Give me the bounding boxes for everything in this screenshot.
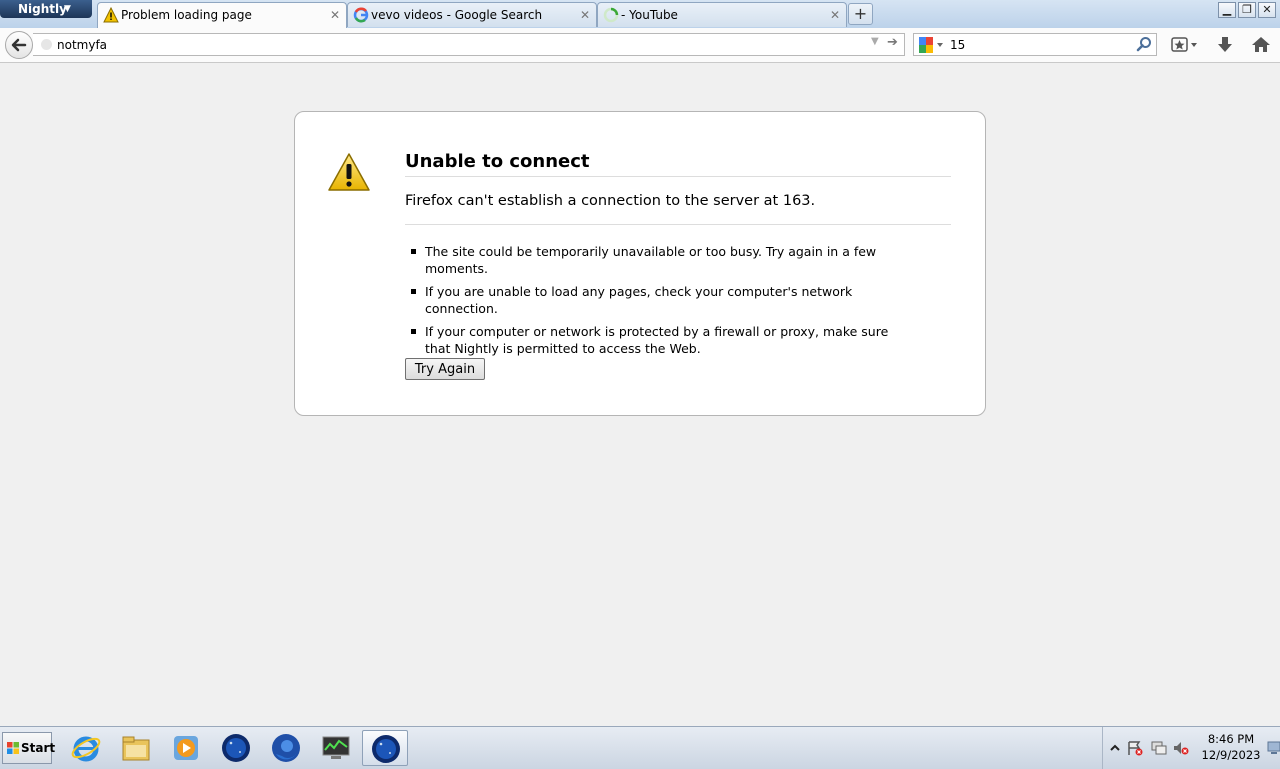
- go-arrow-icon[interactable]: ➔: [887, 35, 898, 50]
- tab-problem-loading[interactable]: Problem loading page ✕: [97, 2, 347, 29]
- task-manager-icon: [322, 736, 350, 759]
- search-engine-selector[interactable]: [918, 37, 948, 53]
- start-button[interactable]: Start: [2, 732, 56, 764]
- volume-muted-icon[interactable]: [1173, 740, 1189, 756]
- error-page-container: Unable to connect Firefox can't establis…: [294, 111, 986, 416]
- list-item: The site could be temporarily unavailabl…: [405, 243, 905, 277]
- clock-time: 8:46 PM: [1207, 732, 1255, 746]
- show-hidden-icons-icon[interactable]: [1107, 740, 1123, 756]
- nightly-icon: [222, 734, 250, 762]
- taskbar-firefox[interactable]: [263, 730, 309, 766]
- taskbar-task-manager[interactable]: [313, 730, 359, 766]
- warning-icon: [328, 153, 370, 191]
- internet-explorer-icon: [71, 736, 101, 762]
- show-desktop-icon[interactable]: [1267, 739, 1280, 757]
- search-icon[interactable]: [1136, 36, 1152, 52]
- loading-spinner-icon: [603, 7, 619, 23]
- taskbar: Start 8:46 PM 12/9/2023: [0, 726, 1280, 769]
- tab-youtube[interactable]: - YouTube ✕: [597, 2, 847, 27]
- bullet-icon: [411, 329, 416, 334]
- clock[interactable]: 8:46 PM 12/9/2023: [1199, 731, 1263, 763]
- clock-date: 12/9/2023: [1201, 748, 1261, 762]
- home-icon: [1252, 37, 1270, 52]
- action-center-icon[interactable]: [1127, 740, 1143, 756]
- taskbar-internet-explorer[interactable]: [63, 730, 109, 766]
- google-icon: [353, 7, 369, 23]
- try-again-button[interactable]: Try Again: [405, 358, 485, 380]
- bullet-icon: [411, 249, 416, 254]
- history-dropdown-icon[interactable]: ▼: [871, 36, 879, 47]
- tab-label: vevo videos - Google Search: [371, 8, 543, 22]
- search-bar[interactable]: [913, 33, 1157, 56]
- navigation-toolbar: ▼ ➔: [0, 28, 1280, 63]
- tip-text: If you are unable to load any pages, che…: [425, 284, 853, 316]
- back-arrow-icon: [11, 38, 27, 52]
- bullet-icon: [411, 289, 416, 294]
- url-input[interactable]: [57, 36, 857, 53]
- list-item: If you are unable to load any pages, che…: [405, 283, 905, 317]
- close-tab-icon[interactable]: ✕: [830, 3, 840, 27]
- search-input[interactable]: [950, 36, 1130, 53]
- restore-button[interactable]: ❐: [1238, 2, 1256, 18]
- nightly-icon: [372, 735, 400, 763]
- app-menu-button[interactable]: Nightly ▼: [0, 0, 92, 18]
- new-tab-button[interactable]: +: [848, 3, 873, 25]
- taskbar-nightly-active[interactable]: [362, 730, 408, 766]
- bookmark-star-icon: [1171, 37, 1197, 52]
- tab-label: - YouTube: [621, 8, 678, 22]
- taskbar-file-explorer[interactable]: [113, 730, 159, 766]
- close-tab-icon[interactable]: ✕: [330, 3, 340, 27]
- windows-logo-icon: [7, 742, 19, 754]
- list-item: If your computer or network is protected…: [405, 323, 905, 357]
- error-message: Firefox can't establish a connection to …: [405, 193, 951, 225]
- minimize-button[interactable]: ▁: [1218, 2, 1236, 18]
- downloads-button[interactable]: [1214, 34, 1236, 56]
- title-bar: Nightly ▼ Problem loading page ✕ vevo vi…: [0, 0, 1280, 29]
- home-button[interactable]: [1250, 34, 1272, 56]
- site-identity-icon[interactable]: [41, 39, 52, 50]
- tab-google-search[interactable]: vevo videos - Google Search ✕: [347, 2, 597, 27]
- tab-label: Problem loading page: [121, 8, 252, 22]
- close-window-button[interactable]: ✕: [1258, 2, 1276, 18]
- url-bar[interactable]: ▼ ➔: [33, 33, 905, 56]
- system-tray: 8:46 PM 12/9/2023: [1102, 727, 1280, 769]
- file-explorer-icon: [122, 736, 150, 761]
- download-arrow-icon: [1218, 37, 1232, 52]
- app-menu-label: Nightly: [18, 2, 67, 16]
- taskbar-nightly[interactable]: [213, 730, 259, 766]
- tip-text: If your computer or network is protected…: [425, 324, 889, 356]
- error-title: Unable to connect: [405, 151, 951, 177]
- firefox-icon: [272, 734, 300, 762]
- chevron-down-icon: ▼: [64, 4, 71, 14]
- taskbar-media-player[interactable]: [163, 730, 209, 766]
- bookmarks-menu-button[interactable]: [1168, 34, 1204, 56]
- media-player-icon: [174, 736, 198, 760]
- close-tab-icon[interactable]: ✕: [580, 3, 590, 27]
- error-tips-list: The site could be temporarily unavailabl…: [405, 243, 905, 363]
- tip-text: The site could be temporarily unavailabl…: [425, 244, 877, 276]
- google-icon: [919, 37, 943, 53]
- network-icon[interactable]: [1151, 740, 1167, 756]
- start-label: Start: [21, 741, 56, 755]
- warning-icon: [103, 7, 119, 23]
- back-button[interactable]: [5, 31, 33, 59]
